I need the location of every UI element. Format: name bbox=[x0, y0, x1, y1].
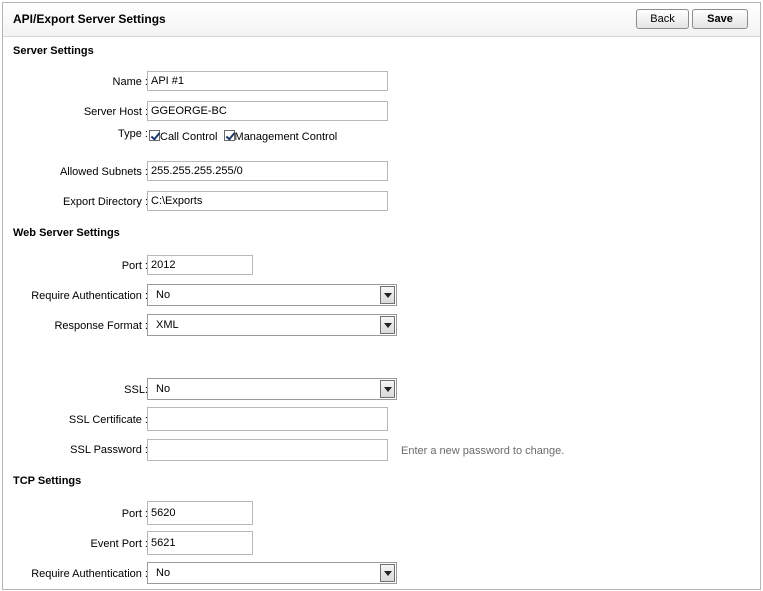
chevron-down-icon[interactable] bbox=[380, 380, 395, 398]
page-title: API/Export Server Settings bbox=[13, 12, 166, 26]
header-bar: API/Export Server Settings Back Save bbox=[3, 3, 760, 37]
call-control-checkbox[interactable] bbox=[149, 130, 160, 141]
call-control-label: Call Control bbox=[160, 131, 218, 143]
event-port-label: Event Port : bbox=[90, 538, 148, 550]
server-host-field[interactable] bbox=[147, 101, 388, 121]
name-label: Name : bbox=[112, 76, 148, 88]
ssl-select[interactable]: No bbox=[147, 378, 397, 400]
web-port-label: Port : bbox=[121, 260, 148, 272]
management-control-checkbox[interactable] bbox=[223, 130, 235, 141]
ssl-password-label: SSL Password : bbox=[70, 444, 148, 456]
ssl-password-hint: Enter a new password to change. bbox=[401, 445, 565, 457]
allowed-subnets-label: Allowed Subnets : bbox=[59, 166, 148, 178]
export-directory-label: Export Directory : bbox=[63, 196, 148, 208]
name-field[interactable] bbox=[147, 71, 388, 91]
chevron-down-icon[interactable] bbox=[380, 286, 395, 304]
type-options: Call Control Management Control bbox=[149, 130, 337, 143]
allowed-subnets-field[interactable] bbox=[147, 161, 388, 181]
web-require-auth-value: No bbox=[156, 289, 171, 301]
tcp-settings-heading: TCP Settings bbox=[13, 475, 82, 487]
web-require-auth-label: Require Authentication : bbox=[31, 290, 148, 302]
save-button[interactable]: Save bbox=[692, 9, 748, 29]
response-format-select[interactable]: XML bbox=[147, 314, 397, 336]
ssl-password-field[interactable] bbox=[147, 439, 388, 461]
chevron-down-icon[interactable] bbox=[380, 316, 395, 334]
server-host-label: Server Host : bbox=[83, 106, 148, 118]
export-directory-field[interactable] bbox=[147, 191, 388, 211]
tcp-require-auth-label: Require Authentication : bbox=[31, 568, 148, 580]
management-control-label: Management Control bbox=[234, 131, 338, 143]
tcp-require-auth-value: No bbox=[156, 567, 171, 579]
tcp-require-auth-select[interactable]: No bbox=[147, 562, 397, 584]
ssl-value: No bbox=[156, 383, 171, 395]
tcp-port-field[interactable] bbox=[147, 501, 253, 525]
response-format-label: Response Format : bbox=[54, 320, 148, 332]
server-settings-heading: Server Settings bbox=[13, 45, 94, 57]
web-require-auth-select[interactable]: No bbox=[147, 284, 397, 306]
chevron-down-icon[interactable] bbox=[380, 564, 395, 582]
ssl-certificate-field[interactable] bbox=[147, 407, 388, 431]
tcp-port-label: Port : bbox=[121, 508, 148, 520]
settings-panel: API/Export Server Settings Back Save Ser… bbox=[2, 2, 761, 590]
type-label: Type : bbox=[118, 128, 148, 140]
event-port-field[interactable] bbox=[147, 531, 253, 555]
ssl-certificate-label: SSL Certificate : bbox=[68, 414, 148, 426]
response-format-value: XML bbox=[156, 319, 179, 331]
web-server-settings-heading: Web Server Settings bbox=[13, 227, 120, 239]
ssl-label: SSL: bbox=[124, 384, 148, 396]
web-port-field[interactable] bbox=[147, 255, 253, 275]
back-button[interactable]: Back bbox=[636, 9, 689, 29]
